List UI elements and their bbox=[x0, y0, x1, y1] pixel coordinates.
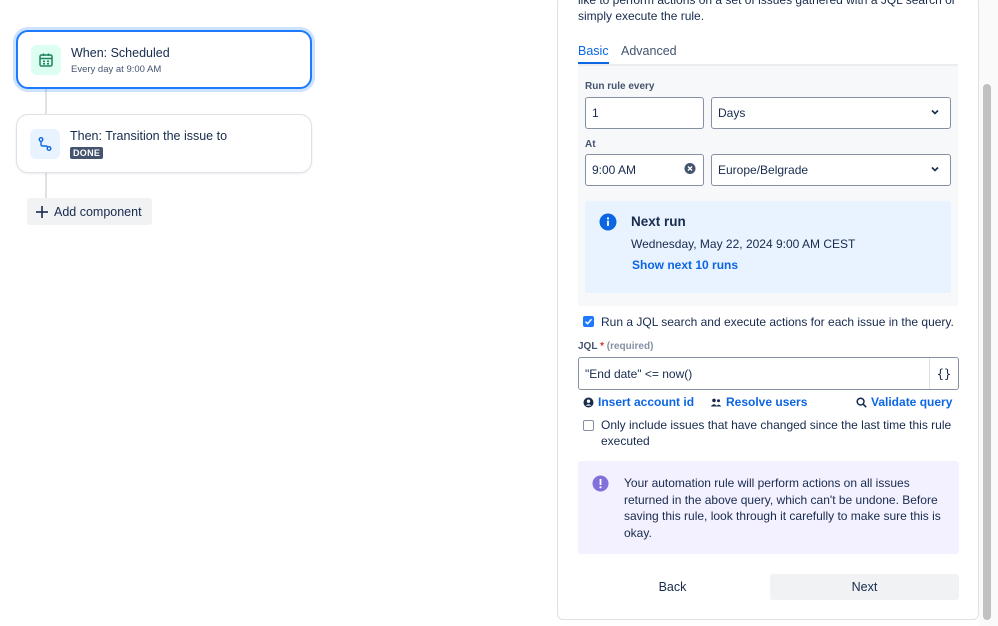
trigger-title: When: Scheduled bbox=[71, 46, 170, 60]
scrollbar-thumb[interactable] bbox=[983, 84, 991, 620]
trigger-card[interactable]: When: Scheduled Every day at 9:00 AM bbox=[16, 30, 312, 89]
warning-text: Your automation rule will perform action… bbox=[624, 475, 941, 541]
jql-value: "End date" <= now() bbox=[585, 366, 693, 381]
required-marker: * bbox=[600, 341, 604, 352]
interval-unit-select[interactable]: Days bbox=[711, 97, 951, 129]
jql-input[interactable]: "End date" <= now() {} bbox=[578, 357, 959, 390]
required-hint: (required) bbox=[606, 341, 654, 352]
changed-issues-label: Only include issues that have changed si… bbox=[601, 417, 951, 449]
next-run-datetime: Wednesday, May 22, 2024 9:00 AM CEST bbox=[631, 237, 856, 251]
person-circle-icon bbox=[583, 397, 594, 407]
search-icon bbox=[856, 396, 867, 408]
resolve-users-label: Resolve users bbox=[726, 395, 808, 409]
intro-line: simply execute the rule. bbox=[578, 9, 705, 23]
at-label: At bbox=[585, 139, 596, 150]
interval-unit-value: Days bbox=[718, 106, 746, 120]
jql-search-checkbox-label: Run a JQL search and execute actions for… bbox=[601, 315, 954, 329]
warning-line: okay. bbox=[624, 525, 652, 540]
exclamation-icon bbox=[592, 475, 609, 495]
check-icon bbox=[584, 318, 593, 325]
chevron-down-icon bbox=[930, 163, 940, 177]
time-input[interactable]: 9:00 AM bbox=[585, 154, 704, 186]
insert-account-id-link[interactable]: Insert account id bbox=[583, 395, 694, 409]
run-every-input[interactable]: 1 bbox=[585, 97, 704, 129]
action-card[interactable]: Then: Transition the issue to DONE bbox=[16, 114, 312, 173]
changed-issues-line: executed bbox=[601, 434, 650, 448]
validate-query-link[interactable]: Validate query bbox=[856, 395, 952, 409]
run-every-label: Run rule every bbox=[585, 81, 655, 92]
validate-query-label: Validate query bbox=[871, 395, 953, 409]
insert-account-id-label: Insert account id bbox=[598, 395, 695, 409]
warning-line: returned in the above query, which can't… bbox=[624, 492, 938, 507]
users-icon bbox=[710, 398, 722, 406]
time-value: 9:00 AM bbox=[592, 163, 637, 177]
intro-line: like to perform actions on a set of issu… bbox=[578, 0, 956, 7]
panel-intro-text: like to perform actions on a set of issu… bbox=[578, 0, 968, 24]
jql-label-text: JQL bbox=[578, 341, 598, 352]
tab-bar: Basic Advanced bbox=[578, 44, 958, 66]
show-next-runs-link[interactable]: Show next 10 runs bbox=[632, 258, 738, 272]
warning-line: saving this rule, look through it carefu… bbox=[624, 509, 941, 523]
trigger-subtitle: Every day at 9:00 AM bbox=[71, 64, 162, 75]
tab-basic[interactable]: Basic bbox=[578, 44, 609, 64]
info-icon bbox=[599, 213, 617, 234]
status-lozenge: DONE bbox=[70, 147, 104, 159]
tab-advanced[interactable]: Advanced bbox=[621, 44, 677, 62]
calendar-icon bbox=[31, 45, 61, 75]
jql-braces-button[interactable]: {} bbox=[929, 358, 958, 389]
flow-connector bbox=[45, 88, 47, 115]
add-component-label: Add component bbox=[54, 204, 142, 219]
changed-issues-line: Only include issues that have changed si… bbox=[601, 418, 952, 432]
next-button[interactable]: Next bbox=[770, 574, 959, 600]
plus-icon bbox=[35, 205, 49, 219]
next-run-title: Next run bbox=[631, 214, 686, 229]
warning-line: Your automation rule will perform action… bbox=[624, 476, 910, 490]
clear-icon[interactable] bbox=[684, 163, 696, 178]
flow-connector bbox=[45, 172, 47, 199]
add-component-button[interactable]: Add component bbox=[27, 198, 152, 225]
timezone-select[interactable]: Europe/Belgrade bbox=[711, 154, 951, 186]
resolve-users-link[interactable]: Resolve users bbox=[710, 395, 807, 409]
jql-search-checkbox[interactable] bbox=[583, 316, 594, 327]
action-title: Then: Transition the issue to bbox=[70, 129, 228, 143]
transition-icon bbox=[30, 129, 60, 159]
jql-label: JQL * (required) bbox=[578, 341, 653, 352]
changed-issues-checkbox[interactable] bbox=[583, 420, 594, 431]
rule-flow-canvas: When: Scheduled Every day at 9:00 AM The… bbox=[0, 0, 556, 626]
back-button[interactable]: Back bbox=[578, 574, 767, 600]
timezone-value: Europe/Belgrade bbox=[718, 163, 809, 177]
chevron-down-icon bbox=[930, 106, 940, 120]
